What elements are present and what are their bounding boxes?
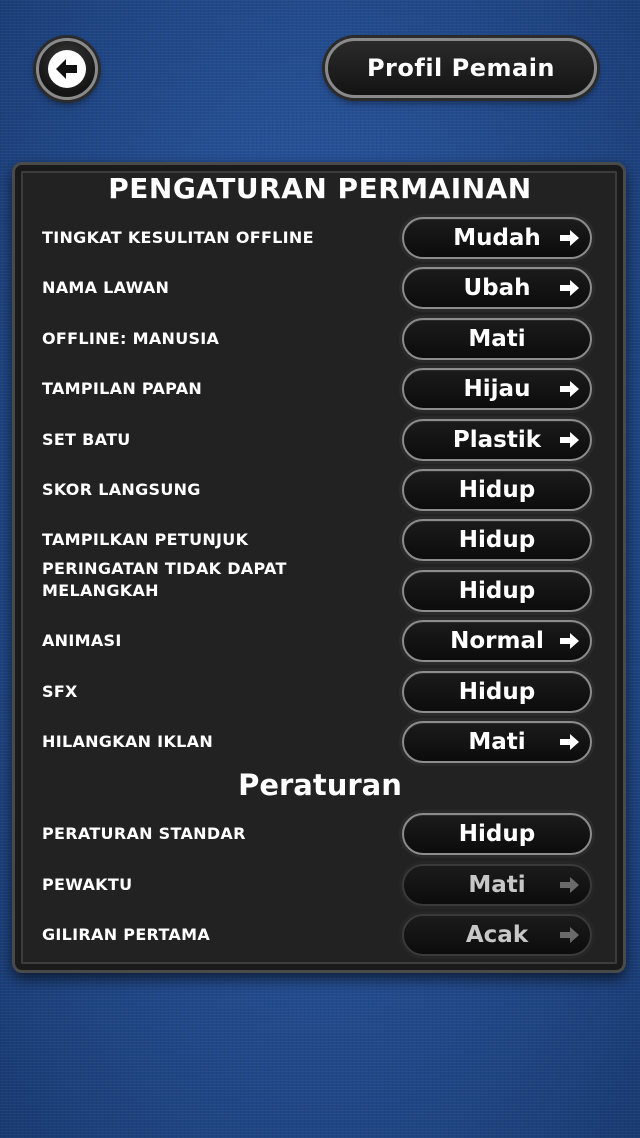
setting-value-button[interactable]: Hidup	[402, 670, 592, 713]
setting-value: Hidup	[458, 527, 536, 554]
setting-label: OFFLINE: MANUSIA	[42, 328, 220, 348]
setting-label: SET BATU	[42, 429, 131, 449]
right-arrow-icon	[560, 280, 579, 297]
setting-value: Hidup	[458, 678, 536, 705]
setting-label: SKOR LANGSUNG	[42, 480, 201, 499]
back-arrow-icon	[48, 50, 86, 88]
setting-value-button[interactable]: Ubah	[402, 267, 592, 310]
rules-title: Peraturan	[238, 768, 402, 802]
setting-label: TAMPILAN PAPAN	[42, 379, 203, 399]
setting-value: Mati	[468, 325, 526, 352]
setting-value-button[interactable]: Hidup	[402, 519, 592, 562]
rule-label: PERATURAN STANDAR	[42, 824, 246, 843]
right-arrow-icon	[560, 431, 579, 448]
game-settings-title: PENGATURAN PERMAINAN	[108, 172, 532, 205]
setting-value-button[interactable]: Normal	[402, 620, 592, 663]
setting-value: Hidup	[458, 477, 536, 503]
right-arrow-icon	[560, 876, 579, 893]
setting-label: TINGKAT KESULITAN OFFLINE	[42, 228, 314, 247]
rule-value-button: Mati	[402, 863, 592, 906]
setting-value-button[interactable]: Mudah	[402, 217, 592, 259]
rule-label: PEWAKTU	[42, 874, 133, 894]
rule-value-button: Acak	[402, 914, 592, 956]
setting-value-button[interactable]: Mati	[402, 721, 592, 763]
right-arrow-icon	[560, 734, 579, 750]
setting-value: Hidup	[458, 577, 536, 604]
setting-label: PERINGATAN TIDAK DAPAT MELANGKAH	[42, 558, 287, 600]
right-arrow-icon	[560, 927, 579, 943]
setting-value-button[interactable]: Hijau	[402, 368, 592, 411]
right-arrow-icon	[560, 633, 579, 650]
right-arrow-icon	[560, 381, 579, 398]
setting-label: ANIMASI	[42, 631, 122, 651]
right-arrow-icon	[560, 230, 579, 246]
setting-label: SFX	[42, 681, 78, 701]
setting-value-button[interactable]: Hidup	[402, 569, 592, 612]
back-button[interactable]	[36, 38, 98, 100]
rule-value-button[interactable]: Hidup	[402, 813, 592, 855]
rule-value: Hidup	[458, 821, 536, 847]
rule-label: GILIRAN PERTAMA	[42, 925, 211, 944]
setting-label: NAMA LAWAN	[42, 278, 170, 298]
setting-value-button[interactable]: Plastik	[402, 418, 592, 461]
setting-label: TAMPILKAN PETUNJUK	[42, 530, 249, 550]
setting-value-button[interactable]: Mati	[402, 317, 592, 360]
player-profile-button[interactable]: Profil Pemain	[325, 38, 597, 98]
setting-label: HILANGKAN IKLAN	[42, 732, 214, 751]
setting-value-button[interactable]: Hidup	[402, 469, 592, 511]
